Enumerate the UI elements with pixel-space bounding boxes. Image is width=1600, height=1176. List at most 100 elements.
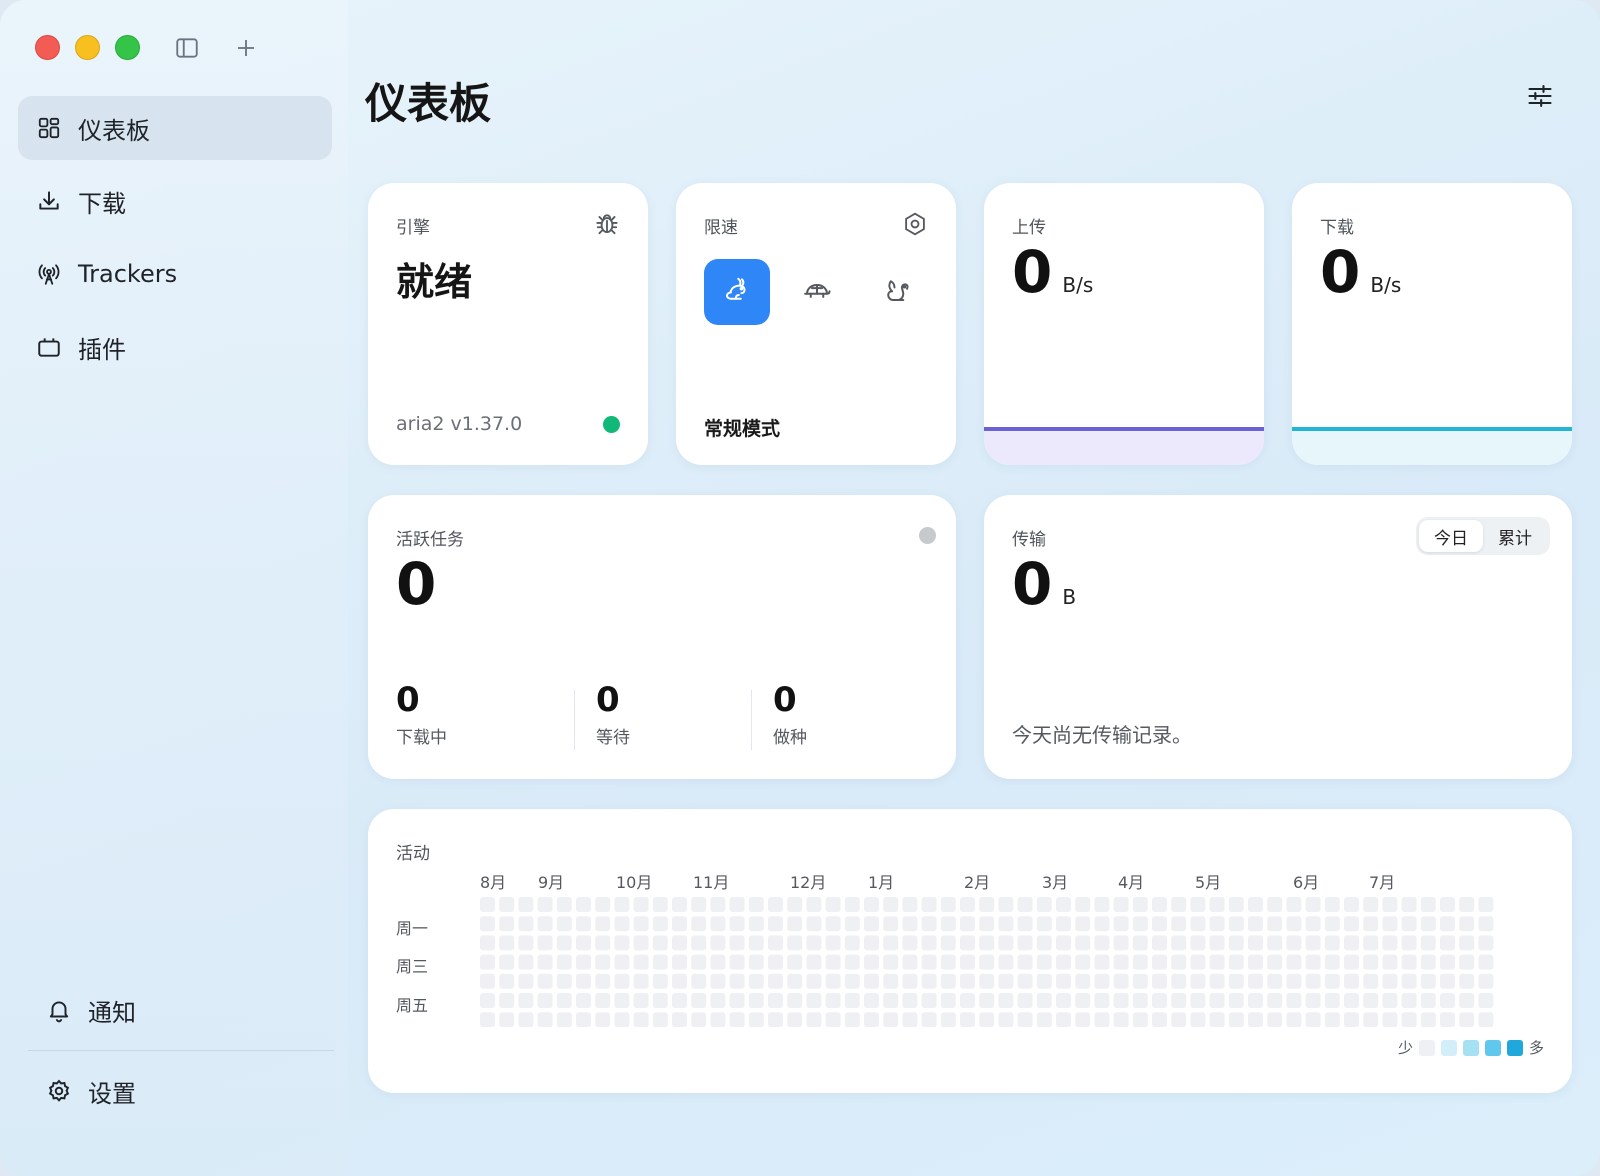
heatmap-cell (652, 935, 668, 951)
heatmap-cell (864, 993, 879, 1008)
heatmap-cell (1420, 954, 1436, 970)
heatmap-cell (768, 1012, 783, 1027)
heatmap-cell (748, 935, 764, 951)
heatmap-cell (787, 1012, 803, 1027)
heatmap-cell (1152, 935, 1167, 951)
speed-fast-button[interactable] (704, 259, 770, 325)
upload-card: 上传 0 B/s (984, 183, 1264, 465)
heatmap-cell (806, 935, 822, 951)
plus-icon[interactable] (231, 33, 261, 63)
heatmap-cell (1056, 993, 1071, 1008)
heatmap-cell (748, 897, 764, 912)
heatmap-cell (1363, 935, 1379, 951)
heatmap-cell (633, 993, 649, 1008)
active-tasks-card: 活跃任务 0 0 下载中 0 等待 0 做种 (368, 495, 956, 779)
heatmap-cell (1440, 916, 1455, 932)
adjust-filter-icon[interactable] (1526, 82, 1554, 110)
heatmap-cell (921, 954, 937, 970)
heatmap-cell (1324, 954, 1340, 970)
heatmap-cell (1248, 993, 1263, 1008)
heatmap-cell (998, 935, 1014, 951)
sidebar-divider (28, 1050, 334, 1051)
close-window-button[interactable] (35, 35, 60, 60)
heatmap-cell (576, 1012, 591, 1027)
sidebar-item-settings[interactable]: 设置 (28, 1059, 334, 1123)
minimize-window-button[interactable] (75, 35, 100, 60)
engine-card: 引擎 就绪 aria2 v1.37.0 (368, 183, 648, 465)
heatmap-cell (633, 935, 649, 951)
heatmap-cell (902, 993, 918, 1008)
heatmap-cell (1324, 935, 1340, 951)
heatmap-cell (710, 897, 726, 912)
heatmap-cell (1171, 954, 1187, 970)
heatmap-cell (1248, 916, 1263, 932)
speed-slow-button[interactable] (864, 259, 930, 325)
heatmap-cell (1382, 954, 1398, 970)
hexagon-settings-icon[interactable] (902, 211, 928, 237)
heatmap-cell (1075, 954, 1091, 970)
heatmap-cell (844, 916, 860, 932)
heatmap-cell (1056, 897, 1071, 912)
card-label: 活动 (396, 844, 430, 864)
speed-medium-button[interactable] (784, 259, 850, 325)
heatmap-cell (1056, 1012, 1071, 1027)
month-label: 1月 (868, 873, 895, 892)
heatmap-cell (518, 954, 534, 970)
heatmap-cell (1056, 935, 1071, 951)
heatmap-cell (864, 973, 879, 989)
zoom-window-button[interactable] (115, 35, 140, 60)
heatmap-cell (1459, 993, 1475, 1008)
bug-icon[interactable] (594, 211, 620, 237)
heatmap-cell (979, 954, 995, 970)
month-label: 10月 (616, 873, 653, 892)
download-card: 下载 0 B/s (1292, 183, 1572, 465)
heatmap-cell (1017, 993, 1033, 1008)
heatmap-cell (1094, 1012, 1110, 1027)
heatmap-cell (729, 973, 745, 989)
heatmap-cell (710, 935, 726, 951)
heatmap-cell (1267, 897, 1283, 912)
sidebar-item-trackers[interactable]: Trackers (18, 242, 332, 306)
heatmap-cell (1382, 1012, 1398, 1027)
heatmap-cell (1440, 973, 1455, 989)
active-tasks-value: 0 (396, 550, 437, 618)
transfer-unit: B (1062, 585, 1077, 609)
sidebar-item-notifications[interactable]: 通知 (28, 978, 334, 1042)
heatmap-cell (672, 973, 687, 989)
heatmap-cell (518, 1012, 534, 1027)
heatmap-cell (1228, 993, 1244, 1008)
heatmap-cell (787, 935, 803, 951)
heatmap-cell (844, 935, 860, 951)
heatmap-cell (1113, 954, 1129, 970)
heatmap-cell (1382, 935, 1398, 951)
heatmap-cell (940, 897, 956, 912)
bell-icon (46, 997, 72, 1023)
tab-today[interactable]: 今日 (1419, 520, 1483, 552)
sidebar-toggle-icon[interactable] (172, 33, 202, 63)
heatmap-cell (1344, 897, 1359, 912)
heatmap-cell (1171, 1012, 1187, 1027)
legend-swatch (1506, 1039, 1523, 1056)
heatmap-cell (1286, 1012, 1302, 1027)
heatmap-cell (652, 954, 668, 970)
card-label: 引擎 (396, 218, 430, 238)
heatmap-cell (595, 935, 611, 951)
sidebar-item-dashboard[interactable]: 仪表板 (18, 96, 332, 160)
heatmap-cell (672, 1012, 687, 1027)
sidebar-item-plugins[interactable]: 插件 (18, 315, 332, 379)
heatmap-cell (1459, 916, 1475, 932)
transfer-total: 0 B (1012, 555, 1076, 613)
sidebar-item-downloads[interactable]: 下载 (18, 169, 332, 233)
stat-divider (574, 690, 575, 750)
heatmap-cell (883, 897, 899, 912)
gear-icon (46, 1078, 72, 1104)
heatmap-cell (1344, 973, 1359, 989)
heatmap-cell (633, 897, 649, 912)
dashboard-icon (36, 115, 62, 141)
tab-total[interactable]: 累计 (1483, 520, 1547, 552)
heatmap-cell (691, 916, 707, 932)
heatmap-cell (614, 954, 630, 970)
heatmap-cell (960, 973, 975, 989)
heatmap-cell (672, 897, 687, 912)
heatmap-cell (1036, 993, 1052, 1008)
